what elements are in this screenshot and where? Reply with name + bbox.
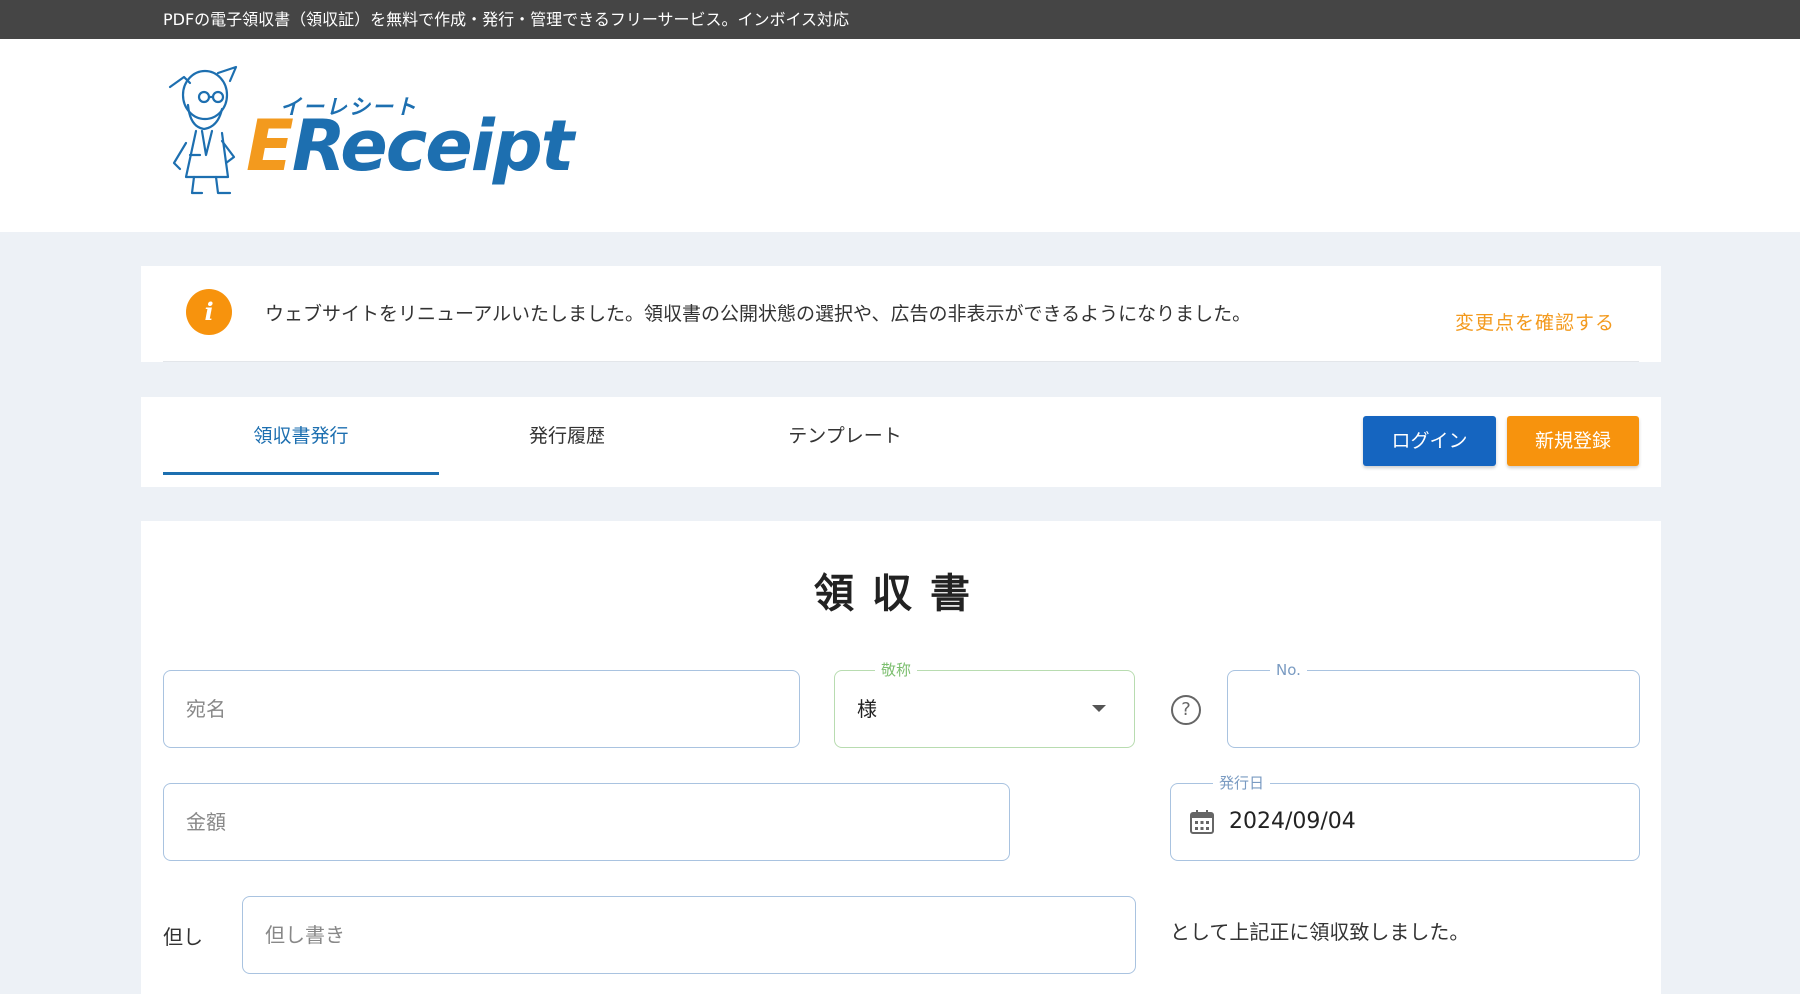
register-button[interactable]: 新規登録 — [1507, 416, 1639, 466]
main-nav: 領収書発行 発行履歴 テンプレート ログイン 新規登録 — [141, 397, 1661, 487]
login-button[interactable]: ログイン — [1363, 416, 1496, 466]
calendar-icon[interactable] — [1189, 809, 1215, 835]
note-input[interactable]: 但し書き — [242, 896, 1136, 974]
recipient-placeholder: 宛名 — [186, 697, 226, 721]
amount-input[interactable]: 金額 — [163, 783, 1010, 861]
logo-wordmark-rest: Receipt — [291, 105, 574, 187]
info-icon: i — [186, 289, 232, 335]
tab-issue-receipt[interactable]: 領収書発行 — [163, 397, 439, 475]
issue-date-value: 2024/09/04 — [1229, 809, 1356, 834]
honorific-select[interactable]: 敬称 様 — [834, 660, 1135, 748]
honorific-value: 様 — [857, 697, 877, 721]
received-statement: として上記正に領収致しました。 — [1170, 920, 1470, 944]
site-header: イーレシート EReceipt — [0, 39, 1800, 232]
logo-wordmark-e: E — [246, 105, 294, 187]
tab-history[interactable]: 発行履歴 — [429, 397, 705, 475]
note-placeholder: 但し書き — [265, 923, 345, 947]
top-banner: PDFの電子領収書（領収証）を無料で作成・発行・管理できるフリーサービス。インボ… — [0, 0, 1800, 39]
receipt-number-input[interactable]: No. — [1227, 660, 1640, 748]
tab-templates[interactable]: テンプレート — [707, 397, 983, 475]
announcement-banner: i ウェブサイトをリニューアルいたしました。領収書の公開状態の選択や、広告の非表… — [141, 266, 1661, 362]
view-changes-link[interactable]: 変更点を確認する — [1455, 308, 1615, 335]
top-banner-text: PDFの電子領収書（領収証）を無料で作成・発行・管理できるフリーサービス。インボ… — [163, 10, 850, 29]
issue-date-input[interactable]: 発行日 2024/09/04 — [1170, 773, 1640, 861]
receipt-form-card: 領収書 宛名 敬称 様 ? No. 金額 発行日 2024/09/04 但し 但… — [141, 521, 1661, 994]
announcement-text: ウェブサイトをリニューアルいたしました。領収書の公開状態の選択や、広告の非表示が… — [265, 303, 1252, 325]
recipient-input[interactable]: 宛名 — [163, 670, 800, 748]
logo-wordmark: EReceipt — [246, 111, 574, 181]
note-label: 但し — [163, 925, 203, 949]
divider — [163, 361, 1639, 362]
chevron-down-icon — [1092, 705, 1106, 712]
mascot-logo-icon — [168, 65, 238, 195]
help-icon[interactable]: ? — [1171, 695, 1201, 725]
amount-placeholder: 金額 — [186, 810, 226, 834]
logo[interactable]: イーレシート EReceipt — [160, 59, 574, 209]
receipt-number-legend: No. — [1270, 660, 1307, 680]
page-title: 領収書 — [814, 571, 988, 617]
honorific-legend: 敬称 — [875, 660, 918, 680]
